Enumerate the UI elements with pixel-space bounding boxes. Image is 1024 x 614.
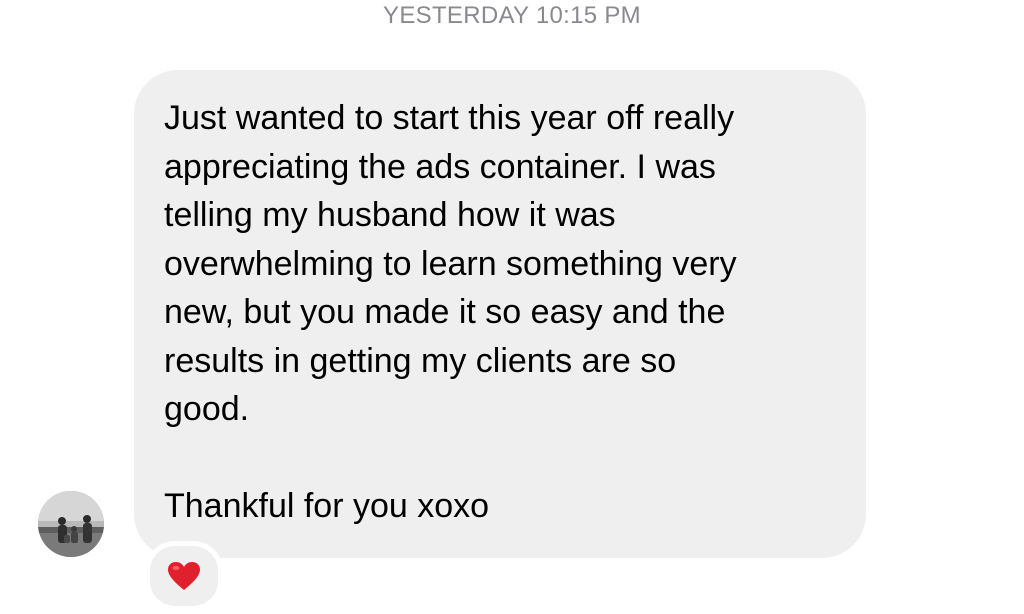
message-timestamp: YESTERDAY 10:15 PM — [383, 2, 641, 29]
message-bubble[interactable]: Just wanted to start this year off reall… — [134, 70, 866, 558]
avatar-photo — [38, 491, 104, 557]
reaction-badge[interactable] — [145, 541, 223, 611]
message-text-paragraph: Thankful for you xoxo — [164, 487, 490, 525]
heart-icon — [168, 562, 200, 590]
sender-avatar[interactable] — [38, 491, 104, 557]
message-text-paragraph: Just wanted to start this year off reall… — [164, 99, 737, 428]
